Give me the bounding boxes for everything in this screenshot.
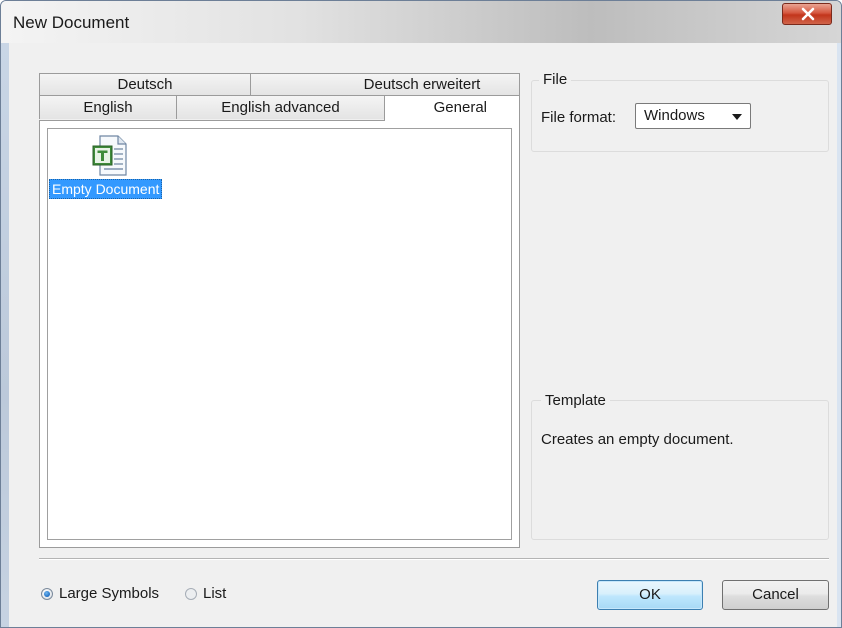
chevron-down-icon [732,114,742,120]
dialog-client-area: Deutsch Deutsch erweitert English Englis… [9,43,837,627]
tab-english-advanced[interactable]: English advanced [176,95,385,119]
tab-label: English [83,99,133,116]
tab-deutsch-erweitert[interactable]: Deutsch erweitert [250,73,520,95]
ok-button[interactable]: OK [597,580,703,610]
text-document-icon [92,135,127,176]
radio-label: List [203,585,227,602]
title-bar[interactable]: New Document [1,1,841,43]
radio-dot [185,588,197,600]
tab-deutsch[interactable]: Deutsch [39,73,251,95]
close-icon [801,7,815,21]
window-frame-left [1,43,9,627]
tab-label: English advanced [221,99,340,116]
template-description: Creates an empty document. [541,431,734,448]
divider [39,558,829,560]
window-title: New Document [13,13,130,32]
document-list[interactable]: Empty Document [47,128,512,540]
tab-panel-general: Empty Document [39,120,520,548]
tab-general[interactable]: General [384,95,520,121]
cancel-button[interactable]: Cancel [722,580,829,610]
radio-dot-checked [41,588,53,600]
template-group [531,400,829,540]
new-document-dialog: New Document Deutsch Deutsch erweitert E… [0,0,842,628]
document-label: Empty Document [49,179,163,199]
tab-english[interactable]: English [39,95,177,119]
file-format-select[interactable]: Windows [635,103,751,129]
tab-label: General [433,99,487,116]
file-group-legend: File [539,71,572,88]
template-group-legend: Template [541,392,610,409]
tab-label: Deutsch erweitert [363,76,481,93]
list-item-empty-document[interactable]: Empty Document [49,135,185,203]
radio-large-symbols[interactable]: Large Symbols [41,585,171,605]
file-format-label: File format: [541,109,617,126]
file-format-value: Windows [644,107,705,124]
radio-list[interactable]: List [185,585,245,605]
close-button[interactable] [782,3,832,25]
tab-label: Deutsch [117,76,173,93]
radio-label: Large Symbols [59,585,160,602]
